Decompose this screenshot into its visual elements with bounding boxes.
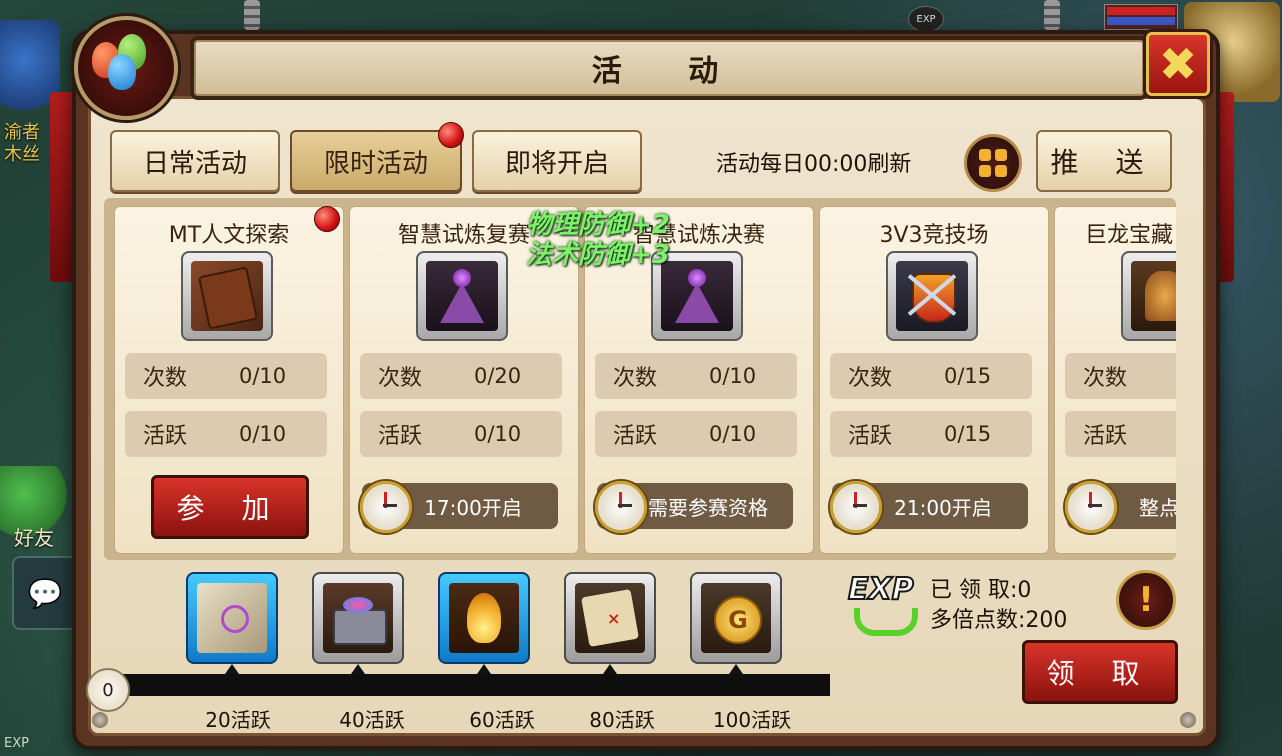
info-exclamation-button[interactable]: !	[1116, 570, 1176, 630]
active-value: 0/15	[944, 422, 992, 446]
join-button[interactable]: 参 加	[151, 475, 309, 539]
exclamation-icon: !	[1138, 580, 1154, 620]
count-value: 0/15	[944, 364, 992, 388]
activity-progress-bar	[108, 674, 830, 696]
menu-grid-button[interactable]	[964, 134, 1022, 192]
corner-pin	[92, 712, 108, 728]
milestone-label: 100活跃	[712, 708, 792, 732]
friend-label[interactable]: 好友	[14, 522, 54, 551]
card-title: 巨龙宝藏	[1084, 223, 1173, 248]
reward-box[interactable]: G	[690, 572, 782, 664]
count-row: 次数	[1065, 353, 1176, 399]
golden-flame-icon	[449, 583, 519, 653]
tab-label: 即将开启	[504, 148, 609, 179]
count-row: 次数 0/20	[360, 353, 562, 399]
activity-card[interactable]: 巨龙宝藏 次数 活跃 整点	[1054, 206, 1176, 554]
arena-shield-icon	[886, 251, 978, 341]
treasure-map-icon: ×	[575, 583, 645, 653]
milestone-tick	[729, 664, 743, 674]
milestone-tick	[351, 664, 365, 674]
multiplier-points: 多倍点数:200	[930, 608, 1068, 633]
progress-current: 0	[86, 668, 130, 712]
clock-icon	[1065, 481, 1117, 533]
card-title: 3V3竞技场	[879, 223, 989, 248]
milestone-tick	[477, 664, 491, 674]
activity-card[interactable]: 3V3竞技场 次数 0/15 活跃 0/15 21:00开启	[819, 206, 1049, 554]
tab-upcoming[interactable]: 即将开启	[472, 130, 642, 192]
milestone-label: 40活跃	[339, 708, 405, 732]
exp-bar-label: EXP	[4, 736, 29, 751]
exp-icon: EXP	[847, 571, 918, 636]
active-row: 活跃 0/10	[595, 411, 797, 457]
count-row: 次数 0/10	[125, 353, 327, 399]
card-title: MT人文探索	[168, 223, 290, 248]
clock-icon	[595, 481, 647, 533]
clock-icon	[360, 481, 412, 533]
claimed-count: 已 领 取:0	[930, 578, 1032, 603]
active-row: 活跃	[1065, 411, 1176, 457]
tab-label: 限时活动	[323, 148, 428, 179]
open-time-pill: 需要参赛资格	[595, 481, 793, 533]
open-time-pill: 17:00开启	[360, 481, 558, 533]
active-value: 0/10	[474, 422, 522, 446]
active-row: 活跃 0/15	[830, 411, 1032, 457]
notification-dot	[438, 122, 464, 148]
push-button[interactable]: 推 送	[1036, 130, 1172, 192]
open-time-pill: 整点	[1065, 481, 1176, 533]
count-value: 0/10	[239, 364, 287, 388]
reward-box[interactable]	[186, 572, 278, 664]
exp-top-icon: EXP	[908, 6, 944, 32]
count-value: 0/10	[709, 364, 757, 388]
activity-card[interactable]: MT人文探索 次数 0/10 活跃 0/10 参 加	[114, 206, 344, 554]
count-value: 0/20	[474, 364, 522, 388]
active-value: 0/10	[709, 422, 757, 446]
hp-mp-bars	[1104, 4, 1178, 30]
close-icon: ✖	[1158, 37, 1198, 91]
reward-box[interactable]	[312, 572, 404, 664]
page-title: 活 动	[591, 54, 747, 89]
reward-box[interactable]: ×	[564, 572, 656, 664]
tab-daily[interactable]: 日常活动	[110, 130, 280, 192]
reward-box[interactable]	[438, 572, 530, 664]
balloons-icon	[74, 16, 178, 120]
chain-left	[244, 0, 260, 30]
active-row: 活跃 0/10	[125, 411, 327, 457]
title-bar: 活 动	[190, 36, 1148, 100]
milestone-label: 60活跃	[469, 708, 535, 732]
dragon-statue-icon	[1121, 251, 1176, 341]
tab-label: 日常活动	[142, 148, 247, 179]
notification-dot	[314, 206, 340, 232]
background-player-name: 渝者 木丝	[4, 122, 40, 165]
rune-stone-icon	[197, 583, 267, 653]
buff-text-magic: 法术防御+3	[526, 240, 670, 270]
wisdom-trial-icon	[416, 251, 508, 341]
milestone-tick	[225, 664, 239, 674]
milestone-tick	[603, 664, 617, 674]
chain-right	[1044, 0, 1060, 30]
refresh-note: 活动每日00:00刷新	[716, 152, 912, 177]
gold-coin-icon: G	[701, 583, 771, 653]
close-button[interactable]: ✖	[1146, 32, 1210, 96]
corner-pin	[1180, 712, 1196, 728]
active-value: 0/10	[239, 422, 287, 446]
claim-button[interactable]: 领 取	[1022, 640, 1178, 704]
book-icon	[181, 251, 273, 341]
clock-icon	[830, 481, 882, 533]
milestone-label: 80活跃	[589, 708, 655, 732]
count-row: 次数 0/10	[595, 353, 797, 399]
milestone-label: 20活跃	[205, 708, 271, 732]
active-row: 活跃 0/10	[360, 411, 562, 457]
count-row: 次数 0/15	[830, 353, 1032, 399]
chat-icon[interactable]: 💬	[12, 556, 78, 630]
open-time-pill: 21:00开启	[830, 481, 1028, 533]
treasure-chest-icon	[323, 583, 393, 653]
tab-limited[interactable]: 限时活动	[290, 130, 462, 192]
